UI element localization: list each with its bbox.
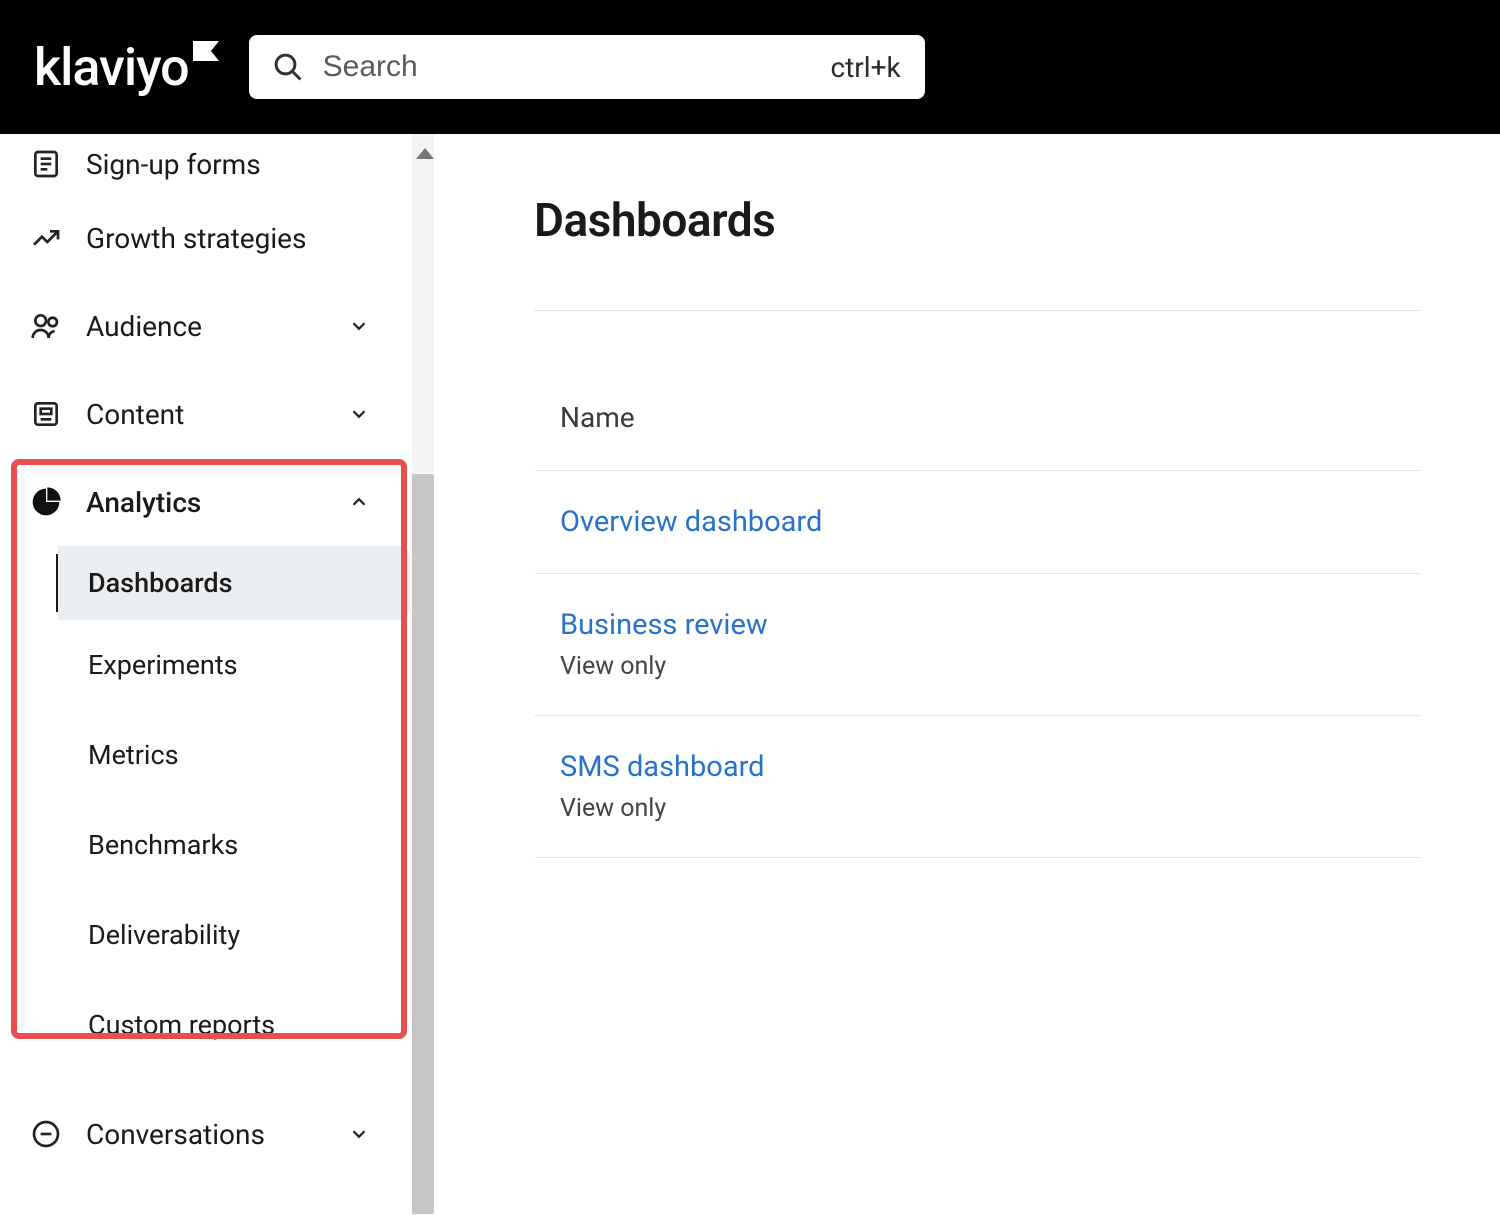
sidebar-subitem-deliverability[interactable]: Deliverability bbox=[58, 890, 410, 980]
sidebar-subitem-benchmarks[interactable]: Benchmarks bbox=[58, 800, 410, 890]
dashboard-link[interactable]: SMS dashboard bbox=[560, 750, 765, 784]
sidebar-item-audience[interactable]: Audience bbox=[0, 282, 410, 370]
flag-icon bbox=[193, 41, 219, 61]
search-shortcut: ctrl+k bbox=[830, 51, 900, 84]
table-row[interactable]: SMS dashboard View only bbox=[534, 716, 1420, 858]
sidebar: Sign-up forms Growth strategies Audience bbox=[0, 134, 410, 1215]
divider bbox=[534, 310, 1420, 311]
scrollbar-thumb[interactable] bbox=[412, 474, 434, 1214]
chevron-down-icon bbox=[348, 315, 370, 337]
sidebar-item-analytics[interactable]: Analytics bbox=[0, 458, 410, 546]
sidebar-item-label: Metrics bbox=[88, 739, 179, 771]
sidebar-item-label: Audience bbox=[86, 310, 324, 343]
chat-icon bbox=[30, 1118, 62, 1150]
search-icon bbox=[273, 52, 303, 82]
table-row[interactable]: Business review View only bbox=[534, 574, 1420, 716]
growth-icon bbox=[30, 222, 62, 254]
sidebar-item-label: Content bbox=[86, 398, 324, 431]
sidebar-item-label: Experiments bbox=[88, 649, 238, 681]
sidebar-item-label: Growth strategies bbox=[86, 222, 380, 255]
search-input[interactable] bbox=[323, 50, 811, 84]
logo-text: klaviyo bbox=[34, 37, 189, 98]
sidebar-subitem-experiments[interactable]: Experiments bbox=[58, 620, 410, 710]
dashboard-link[interactable]: Overview dashboard bbox=[560, 505, 822, 539]
chevron-up-icon bbox=[348, 491, 370, 513]
sidebar-item-label: Conversations bbox=[86, 1118, 324, 1151]
sidebar-subitem-metrics[interactable]: Metrics bbox=[58, 710, 410, 800]
sidebar-subitem-dashboards[interactable]: Dashboards bbox=[58, 546, 410, 620]
dashboard-link[interactable]: Business review bbox=[560, 608, 768, 642]
sidebar-item-label: Custom reports bbox=[88, 1009, 275, 1041]
audience-icon bbox=[30, 310, 62, 342]
sidebar-item-label: Deliverability bbox=[88, 919, 240, 951]
sidebar-item-growth-strategies[interactable]: Growth strategies bbox=[0, 194, 410, 282]
form-icon bbox=[30, 148, 62, 180]
chevron-down-icon bbox=[348, 1123, 370, 1145]
sidebar-subitem-custom-reports[interactable]: Custom reports bbox=[58, 980, 410, 1070]
pie-chart-icon bbox=[30, 486, 62, 518]
main-content: Dashboards Name Overview dashboard Busin… bbox=[434, 134, 1500, 1215]
sidebar-item-content[interactable]: Content bbox=[0, 370, 410, 458]
sidebar-item-signup-forms[interactable]: Sign-up forms bbox=[0, 134, 410, 194]
sidebar-item-conversations[interactable]: Conversations bbox=[0, 1090, 410, 1178]
page-title: Dashboards bbox=[534, 194, 1420, 248]
sidebar-item-label: Benchmarks bbox=[88, 829, 238, 861]
analytics-subitems: Dashboards Experiments Metrics Benchmark… bbox=[56, 546, 410, 1070]
sidebar-item-label: Dashboards bbox=[88, 567, 233, 599]
topbar: klaviyo ctrl+k bbox=[0, 0, 1500, 134]
sidebar-item-label: Sign-up forms bbox=[86, 148, 380, 181]
sidebar-item-label: Analytics bbox=[86, 486, 324, 519]
column-header-name: Name bbox=[534, 401, 1420, 471]
row-subtext: View only bbox=[560, 652, 1420, 681]
logo[interactable]: klaviyo bbox=[34, 37, 189, 98]
content-icon bbox=[30, 398, 62, 430]
scroll-up-icon[interactable] bbox=[416, 148, 434, 159]
table-row[interactable]: Overview dashboard bbox=[534, 471, 1420, 574]
search-box[interactable]: ctrl+k bbox=[249, 35, 925, 99]
row-subtext: View only bbox=[560, 794, 1420, 823]
chevron-down-icon bbox=[348, 403, 370, 425]
